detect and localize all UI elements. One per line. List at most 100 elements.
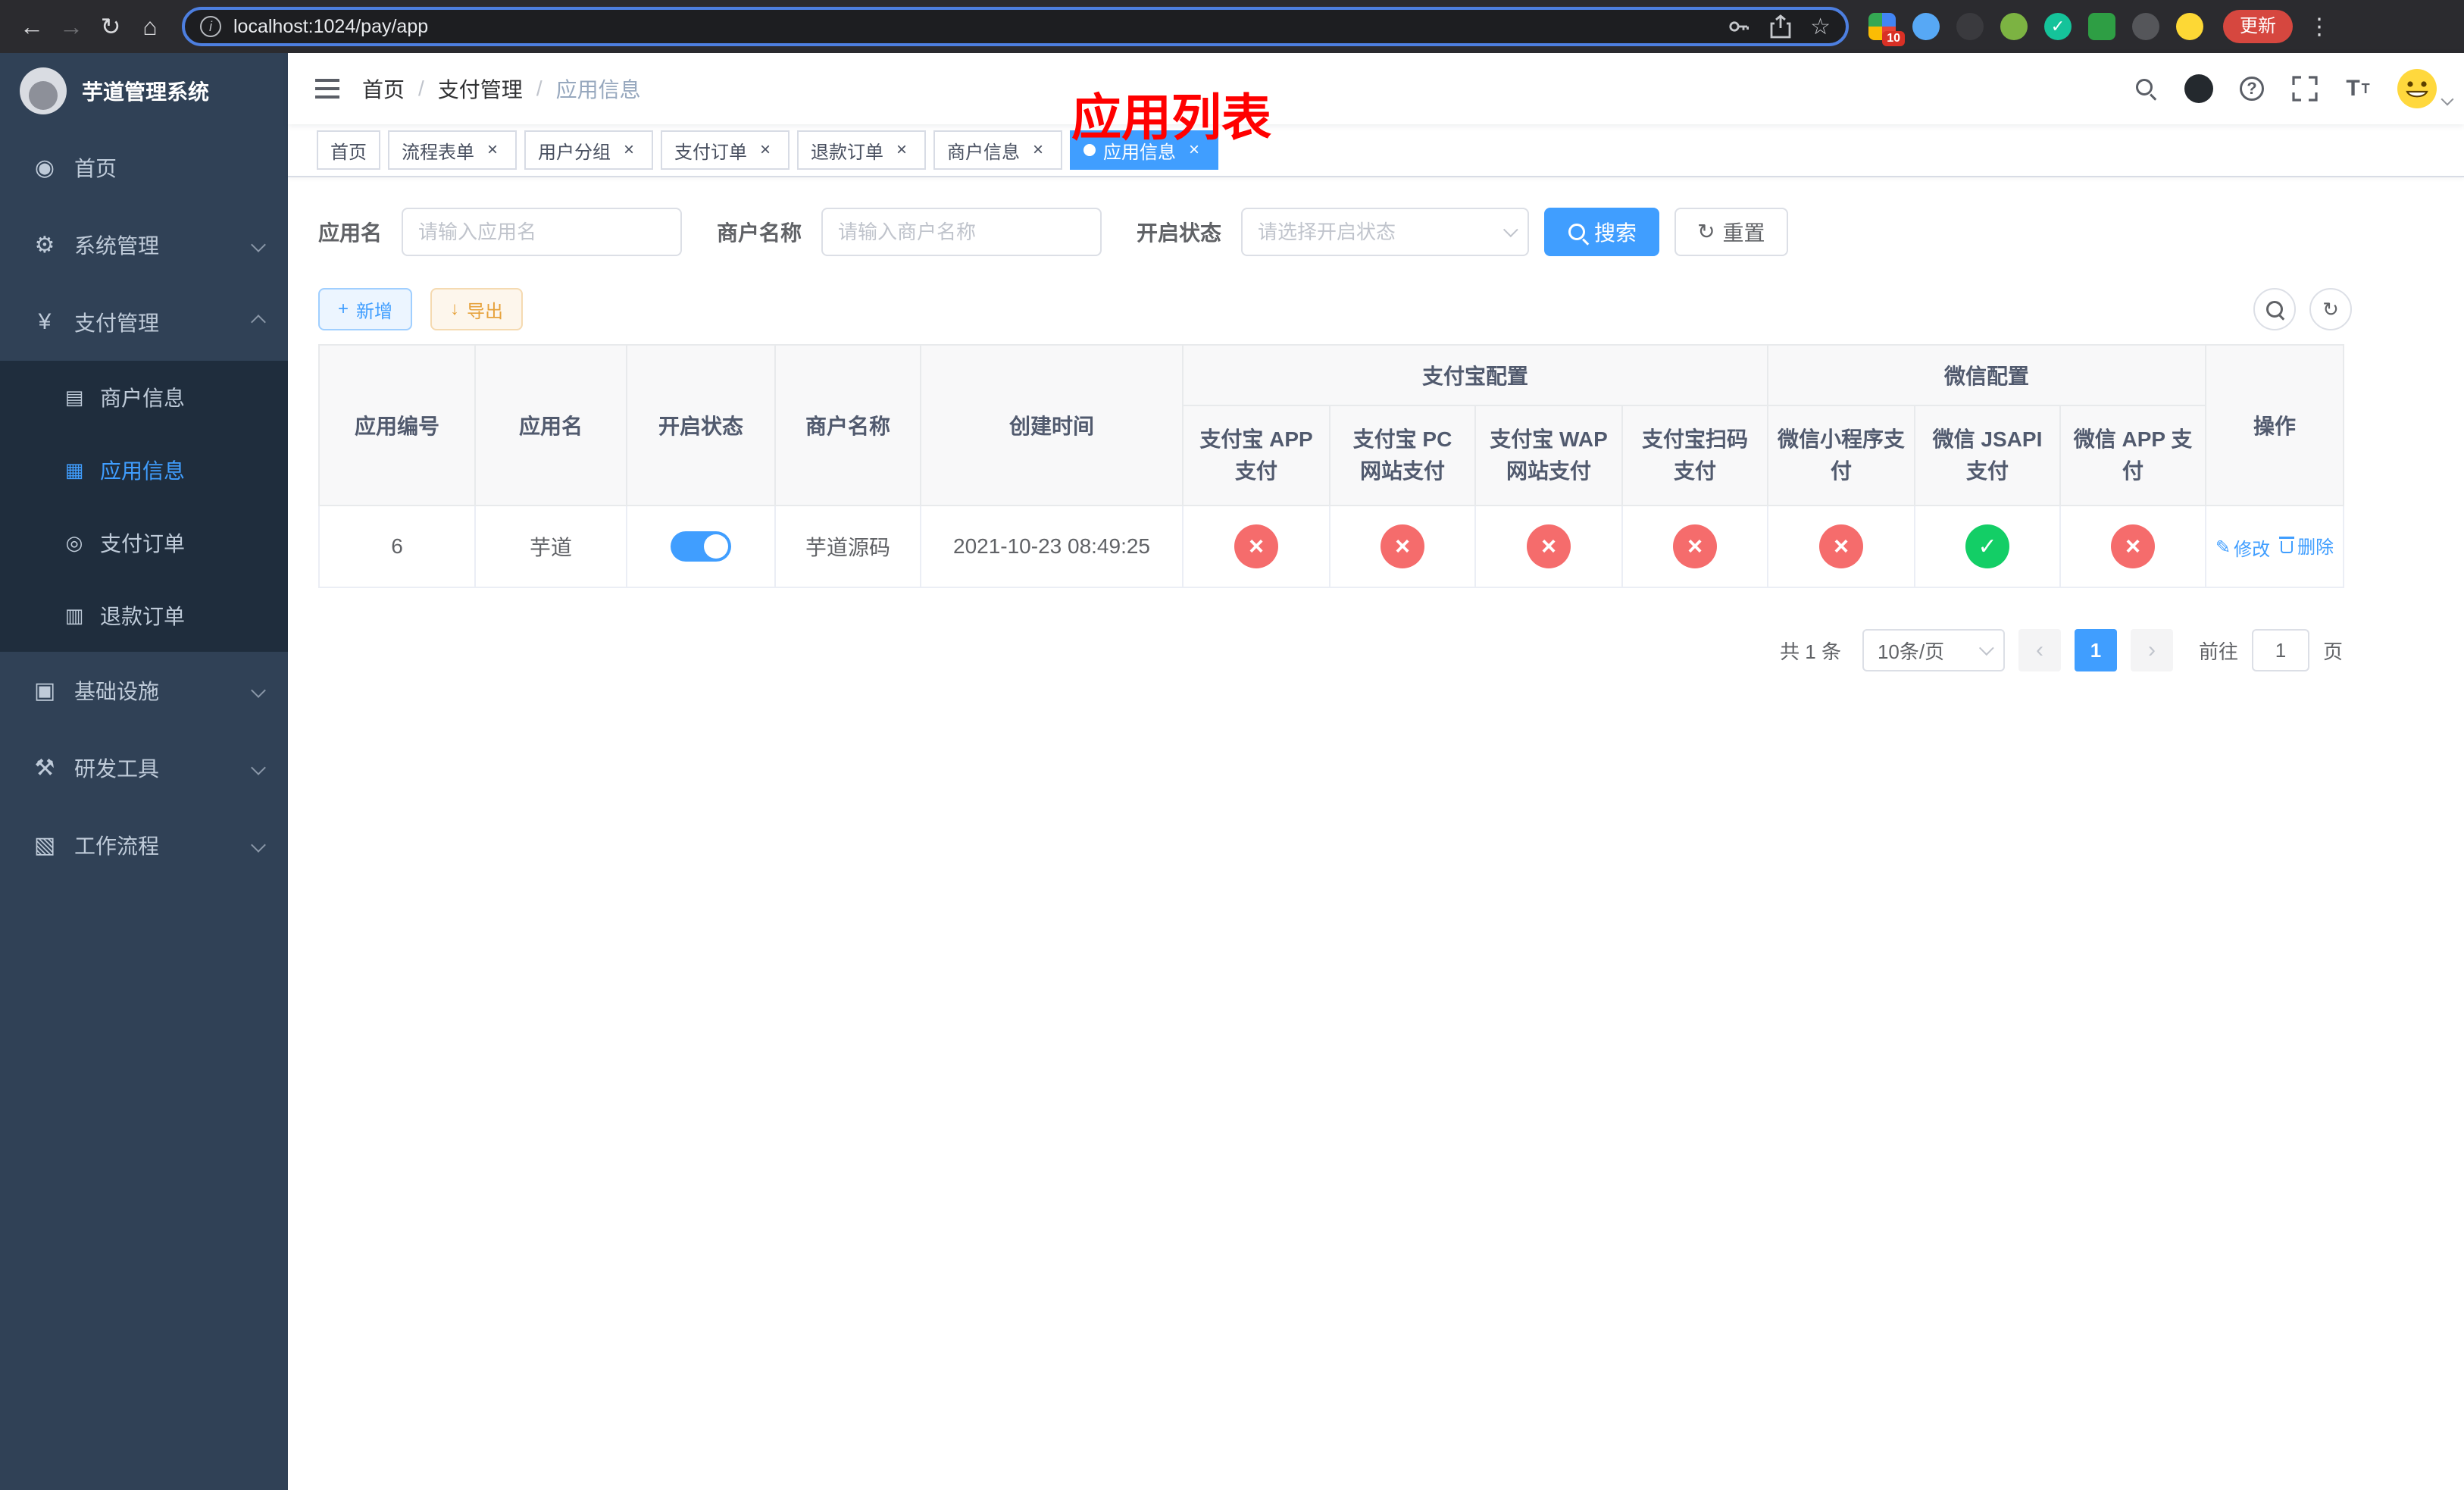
refresh-icon: ↻ bbox=[1697, 220, 1715, 243]
page-1-button[interactable]: 1 bbox=[2074, 629, 2117, 671]
tab-refund-order[interactable]: 退款订单 × bbox=[797, 130, 926, 170]
tab-process-form[interactable]: 流程表单 × bbox=[388, 130, 517, 170]
close-icon[interactable]: × bbox=[755, 139, 776, 161]
sidebar-item-devtools[interactable]: ⚒ 研发工具 bbox=[0, 729, 288, 806]
prev-page-button[interactable]: ‹ bbox=[2018, 629, 2061, 671]
reset-button[interactable]: ↻ 重置 bbox=[1674, 208, 1788, 256]
sidebar-item-pay-order[interactable]: ◎ 支付订单 bbox=[0, 506, 288, 579]
tags-view: 首页 流程表单 × 用户分组 × 支付订单 × 退款订单 × 商户信息 × 应用信息 × bbox=[288, 124, 2464, 177]
extension-check-icon[interactable]: ✓ bbox=[2044, 13, 2072, 40]
sidebar-item-merchant-info[interactable]: ▤ 商户信息 bbox=[0, 361, 288, 434]
password-key-icon[interactable] bbox=[1727, 14, 1751, 39]
sidebar-item-home[interactable]: ◉ 首页 bbox=[0, 129, 288, 206]
browser-update-button[interactable]: 更新 bbox=[2223, 10, 2293, 43]
sidebar-item-workflow[interactable]: ▧ 工作流程 bbox=[0, 806, 288, 884]
col-wechat-mini: 微信小程序支付 bbox=[1767, 405, 1916, 506]
logo[interactable]: 芋道管理系统 bbox=[0, 53, 288, 129]
col-app-id: 应用编号 bbox=[318, 344, 476, 506]
fullscreen-icon[interactable] bbox=[2285, 69, 2325, 108]
delete-link[interactable]: 删除 bbox=[2279, 532, 2334, 559]
close-icon[interactable]: × bbox=[482, 139, 503, 161]
reload-icon[interactable]: ↻ bbox=[91, 0, 130, 53]
help-icon[interactable]: ? bbox=[2232, 69, 2272, 108]
chevron-down-icon bbox=[251, 760, 266, 775]
refund-icon: ▥ bbox=[64, 603, 84, 627]
toggle-search-button[interactable] bbox=[2253, 288, 2296, 330]
github-icon[interactable] bbox=[2179, 69, 2219, 108]
app-table: 应用编号 应用名 开启状态 商户名称 创建时间 支付宝配置 微信配置 操作 支付… bbox=[318, 344, 2345, 588]
extension-chat-icon[interactable] bbox=[2088, 13, 2115, 40]
extensions-area: 10 ✓ bbox=[1868, 13, 2203, 46]
status-select-input[interactable] bbox=[1241, 208, 1530, 256]
address-bar[interactable]: i localhost:1024/pay/app ☆ bbox=[182, 7, 1849, 46]
close-icon[interactable]: × bbox=[618, 139, 639, 161]
home-icon[interactable]: ⌂ bbox=[130, 0, 170, 53]
pagination: 共 1 条 10条/页 ‹ 1 › 前往 页 bbox=[318, 629, 2343, 671]
status-toggle[interactable] bbox=[671, 531, 731, 562]
wechat-mini-status bbox=[1819, 524, 1864, 568]
bookmark-star-icon[interactable]: ☆ bbox=[1810, 14, 1831, 40]
add-button[interactable]: + 新增 bbox=[318, 288, 413, 330]
refresh-table-button[interactable]: ↻ bbox=[2309, 288, 2352, 330]
tab-pay-order[interactable]: 支付订单 × bbox=[661, 130, 790, 170]
page-title-annotation: 应用列表 bbox=[1071, 89, 1271, 146]
tab-merchant-info[interactable]: 商户信息 × bbox=[933, 130, 1062, 170]
sidebar-item-app-info[interactable]: ▦ 应用信息 bbox=[0, 434, 288, 506]
close-icon[interactable]: × bbox=[891, 139, 912, 161]
col-wechat-jsapi: 微信 JSAPI 支付 bbox=[1914, 405, 2062, 506]
close-icon[interactable]: × bbox=[1027, 139, 1049, 161]
extension-face-icon[interactable] bbox=[2176, 13, 2203, 40]
extension-puzzle-icon[interactable] bbox=[2132, 13, 2159, 40]
status-select[interactable] bbox=[1241, 208, 1530, 256]
dashboard-icon: ◉ bbox=[34, 155, 55, 180]
breadcrumb-payment[interactable]: 支付管理 bbox=[438, 74, 523, 104]
share-icon[interactable] bbox=[1769, 14, 1792, 39]
tab-home[interactable]: 首页 bbox=[317, 130, 380, 170]
infra-icon: ▣ bbox=[33, 678, 56, 703]
order-icon: ◎ bbox=[65, 531, 83, 554]
breadcrumb-home[interactable]: 首页 bbox=[362, 74, 405, 104]
col-group-wechat: 微信配置 bbox=[1767, 344, 2207, 406]
hamburger-icon[interactable] bbox=[288, 79, 362, 99]
download-icon: ↓ bbox=[450, 299, 460, 319]
chevron-down-icon bbox=[2441, 92, 2454, 106]
sidebar-item-payment[interactable]: ¥ 支付管理 bbox=[0, 283, 288, 361]
forward-icon[interactable]: → bbox=[52, 0, 91, 53]
extension-grid-icon[interactable]: 10 bbox=[1868, 13, 1905, 46]
font-size-icon[interactable]: TT bbox=[2338, 69, 2378, 108]
extension-drop-icon[interactable] bbox=[1912, 13, 1940, 40]
screen: ← → ↻ ⌂ i localhost:1024/pay/app ☆ 10 ✓ bbox=[0, 0, 2464, 1490]
cell-app-name: 芋道 bbox=[474, 505, 627, 588]
sidebar-item-system[interactable]: ⚙ 系统管理 bbox=[0, 206, 288, 283]
merchant-name-label: 商户名称 bbox=[717, 221, 802, 245]
status-label: 开启状态 bbox=[1137, 221, 1222, 245]
col-group-alipay: 支付宝配置 bbox=[1181, 344, 1769, 406]
tab-user-group[interactable]: 用户分组 × bbox=[524, 130, 653, 170]
export-button[interactable]: ↓ 导出 bbox=[430, 288, 524, 330]
table-row: 6 芋道 芋道源码 2021-10-23 08:49:25 × × × × × … bbox=[318, 505, 2345, 588]
col-alipay-pc: 支付宝 PC 网站支付 bbox=[1329, 405, 1476, 506]
extension-dark-icon[interactable] bbox=[1956, 13, 1984, 40]
search-button[interactable]: 搜索 bbox=[1544, 208, 1660, 256]
payment-submenu: ▤ 商户信息 ▦ 应用信息 ◎ 支付订单 ▥ 退款订单 bbox=[0, 361, 288, 652]
sidebar-item-infra[interactable]: ▣ 基础设施 bbox=[0, 652, 288, 729]
url-text[interactable]: localhost:1024/pay/app bbox=[233, 16, 1709, 38]
merchant-name-input[interactable] bbox=[821, 208, 1102, 256]
site-info-icon[interactable]: i bbox=[200, 16, 221, 37]
page-size-select[interactable]: 10条/页 bbox=[1862, 629, 2005, 671]
wechat-jsapi-status bbox=[1965, 524, 2010, 568]
sidebar-item-refund-order[interactable]: ▥ 退款订单 bbox=[0, 579, 288, 652]
search-icon[interactable] bbox=[2126, 69, 2165, 108]
edit-link[interactable]: ✎ 修改 bbox=[2215, 534, 2270, 561]
app-name-input[interactable] bbox=[402, 208, 683, 256]
next-page-button[interactable]: › bbox=[2130, 629, 2173, 671]
user-menu[interactable] bbox=[2396, 67, 2454, 110]
extension-green-avatar-icon[interactable] bbox=[2000, 13, 2028, 40]
alipay-pc-status bbox=[1381, 524, 1424, 568]
browser-menu-icon[interactable]: ⋮ bbox=[2308, 14, 2331, 40]
goto-page-input[interactable] bbox=[2251, 629, 2309, 671]
yen-icon: ¥ bbox=[38, 309, 52, 334]
chevron-down-icon bbox=[251, 683, 266, 698]
trash-icon bbox=[2279, 537, 2295, 554]
back-icon[interactable]: ← bbox=[12, 0, 52, 53]
